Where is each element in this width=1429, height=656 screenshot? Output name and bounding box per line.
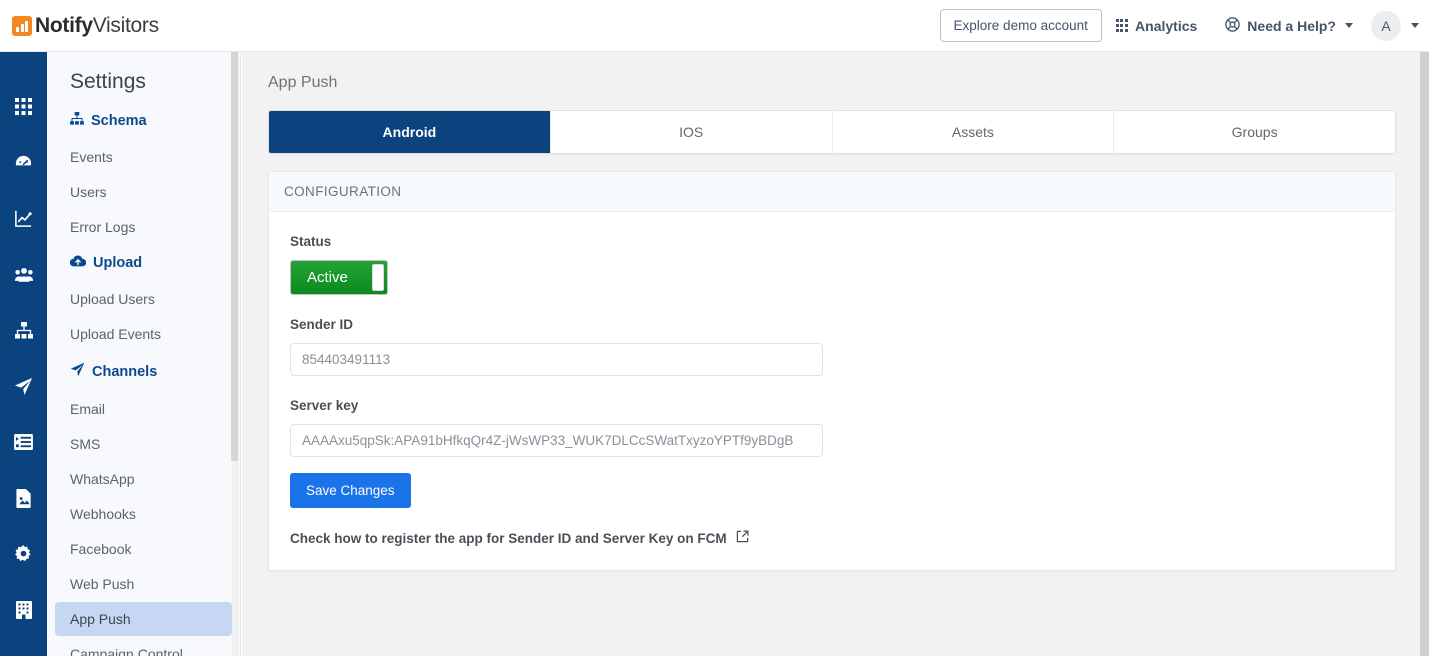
sender-id-label: Sender ID [290,317,354,332]
save-changes-button[interactable]: Save Changes [290,473,411,508]
sidebar-item-app-push[interactable]: App Push [55,602,232,636]
configuration-card-body: Status Active Sender ID 854403491113 Ser… [269,212,1395,570]
external-link-icon [736,530,749,546]
icon-rail [0,52,47,656]
status-toggle[interactable]: Active [290,260,388,295]
need-help-menu[interactable]: Need a Help? [1211,0,1367,52]
sidebar-item-whatsapp[interactable]: WhatsApp [55,462,232,496]
rail-item-sitemap[interactable] [0,302,47,358]
users-group-icon [14,266,34,283]
sidebar-item-upload-events[interactable]: Upload Events [55,317,232,351]
sidebar-item-facebook[interactable]: Facebook [55,532,232,566]
brand-logo[interactable]: NotifyVisitors [12,14,159,38]
tab-android[interactable]: Android [269,111,551,153]
status-toggle-label: Active [307,269,348,286]
brand-name-bold: Notify [35,13,93,37]
rail-item-media[interactable] [0,470,47,526]
sidebar-item-sms[interactable]: SMS [55,427,232,461]
bar-chart-logo-icon [12,15,32,36]
top-bar-actions: Explore demo account Analytics Need a He… [939,0,1429,52]
status-toggle-knob [372,264,384,291]
page-scrollbar-track[interactable] [1420,52,1429,656]
analytics-label: Analytics [1135,17,1198,34]
brand-name-light: Visitors [92,13,159,37]
sidebar-group-label: Channels [92,363,158,380]
gear-icon [14,544,33,564]
tab-groups[interactable]: Groups [1114,111,1395,153]
sidebar-scrollbar-thumb[interactable] [231,52,238,461]
settings-title: Settings [70,70,146,93]
main-content: App Push Android IOS Assets Groups CONFI… [242,52,1422,656]
tab-bar: Android IOS Assets Groups [268,110,1396,154]
list-journal-icon [14,434,33,450]
sidebar-group-label: Schema [91,112,147,129]
sidebar-group-schema[interactable]: Schema [47,102,240,139]
explore-demo-account-button[interactable]: Explore demo account [939,9,1102,42]
brand-name: NotifyVisitors [35,14,159,38]
sitemap-icon [70,112,84,129]
page-scrollbar-thumb[interactable] [1420,52,1429,656]
rail-item-analytics[interactable] [0,190,47,246]
building-icon [15,601,32,619]
sidebar-group-channels[interactable]: Channels [47,352,240,391]
settings-sidebar: Settings Schema Events Users Error Logs … [47,52,241,656]
sidebar-item-upload-users[interactable]: Upload Users [55,282,232,316]
status-label: Status [290,234,332,249]
rail-item-campaigns[interactable] [0,358,47,414]
lifebuoy-icon [1225,16,1241,35]
sidebar-item-web-push[interactable]: Web Push [55,567,232,601]
tab-assets[interactable]: Assets [832,111,1115,153]
rail-item-settings[interactable] [0,526,47,582]
grid-apps-icon [1115,19,1129,32]
image-file-icon [15,488,32,508]
grid-apps-icon [15,97,32,115]
line-chart-icon [14,209,33,228]
fcm-help-link[interactable]: Check how to register the app for Sender… [290,530,1395,546]
sitemap-icon [14,321,33,339]
rail-item-account[interactable] [0,582,47,638]
sidebar-scrollbar-track[interactable] [231,52,239,656]
sidebar-group-label: Upload [93,255,143,271]
rail-item-grid-apps[interactable] [0,78,47,134]
server-key-input[interactable]: AAAAxu5qpSk:APA91bHfkqQr4Z-jWsWP33_WUK7D… [290,424,823,457]
sidebar-item-campaign-control[interactable]: Campaign Control [55,637,232,656]
configuration-card-header: CONFIGURATION [269,172,1395,212]
top-bar: NotifyVisitors Explore demo account Anal… [0,0,1429,52]
rail-item-dashboard[interactable] [0,134,47,190]
rail-item-users[interactable] [0,246,47,302]
dashboard-gauge-icon [14,153,33,172]
sidebar-item-events[interactable]: Events [55,140,232,174]
need-help-label: Need a Help? [1247,17,1336,34]
fcm-help-link-text: Check how to register the app for Sender… [290,530,727,546]
paper-plane-icon [70,362,85,381]
server-key-label: Server key [290,398,359,413]
chevron-down-icon [1345,23,1353,28]
sidebar-item-users[interactable]: Users [55,175,232,209]
sidebar-item-webhooks[interactable]: Webhooks [55,497,232,531]
analytics-menu[interactable]: Analytics [1102,0,1211,52]
sender-id-input[interactable]: 854403491113 [290,343,823,376]
rail-item-journeys[interactable] [0,414,47,470]
sidebar-item-error-logs[interactable]: Error Logs [55,210,232,244]
sidebar-group-upload[interactable]: Upload [47,245,240,281]
cloud-upload-icon [69,255,87,271]
page-title: App Push [268,74,338,91]
configuration-card: CONFIGURATION Status Active Sender ID 85… [268,171,1396,571]
sidebar-item-email[interactable]: Email [55,392,232,426]
avatar-chevron-down-icon[interactable] [1411,23,1419,28]
avatar[interactable]: A [1371,10,1401,41]
tab-ios[interactable]: IOS [550,111,833,153]
paper-plane-icon [14,377,33,396]
